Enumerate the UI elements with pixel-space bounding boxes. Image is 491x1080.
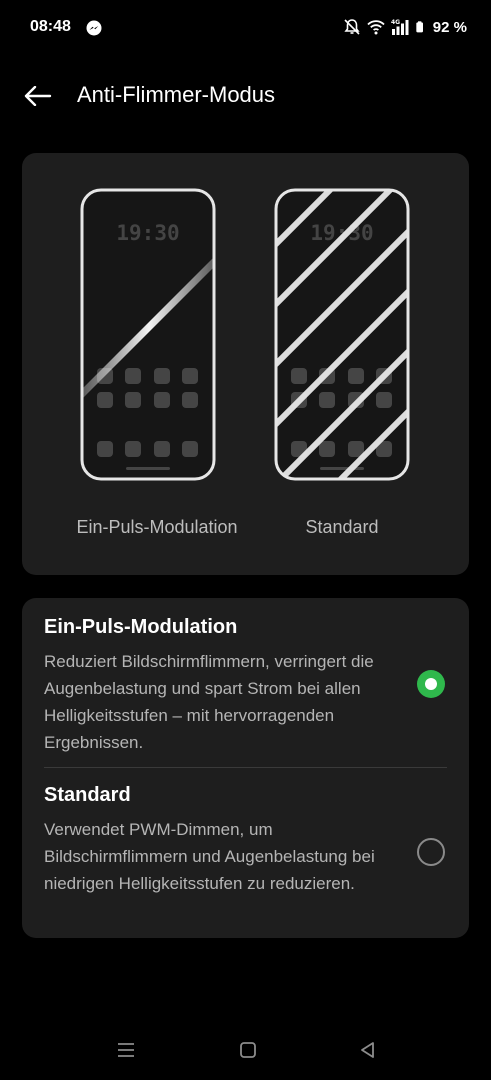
phone-clock: 19:30 [116,221,179,245]
arrow-left-icon [24,86,52,106]
home-square-icon [240,1042,256,1058]
battery-icon [416,21,423,33]
status-bar: 08:48 4G 92 % [0,0,491,58]
radio-standard[interactable] [417,838,445,866]
phone-preview-standard: 19:30 [274,188,410,481]
preview-card: 19:30 19:30 Ein-Puls-Modulation Standard [22,153,469,575]
option-title: Ein-Puls-Modulation [44,616,238,638]
messenger-icon [86,20,102,36]
option-title: Standard [44,784,131,806]
options-card: Ein-Puls-Modulation Reduziert Bildschirm… [22,598,469,938]
wifi-icon [367,20,385,35]
mute-icon [344,19,360,35]
back-button[interactable] [22,80,54,112]
status-time: 08:48 [30,18,71,35]
navigation-bar [0,1030,491,1070]
divider [44,767,447,768]
menu-icon [118,1043,134,1057]
home-button[interactable] [236,1038,260,1062]
battery-percent: 92 % [432,18,467,36]
back-triangle-icon [361,1042,374,1058]
radio-single-pulse-selected[interactable] [417,670,445,698]
svg-text:4G: 4G [391,19,400,26]
preview-label-single-pulse: Ein-Puls-Modulation [76,517,238,537]
status-icons: 4G 92 % [343,18,467,36]
signal-4g-icon: 4G [391,19,409,35]
page-title: Anti-Flimmer-Modus [77,82,276,107]
option-single-pulse[interactable]: Ein-Puls-Modulation Reduziert Bildschirm… [22,616,469,766]
option-description: Verwendet PWM-Dimmen, um Bildschirmflimm… [44,820,375,893]
nav-back-button[interactable] [356,1038,380,1062]
option-description: Reduziert Bildschirmflimmern, verringert… [44,652,374,752]
preview-label-standard: Standard [305,517,379,537]
radio-dot [425,678,437,690]
recent-apps-button[interactable] [114,1038,138,1062]
phone-preview-single-pulse: 19:30 [80,188,216,481]
option-standard[interactable]: Standard Verwendet PWM-Dimmen, um Bildsc… [22,784,469,924]
